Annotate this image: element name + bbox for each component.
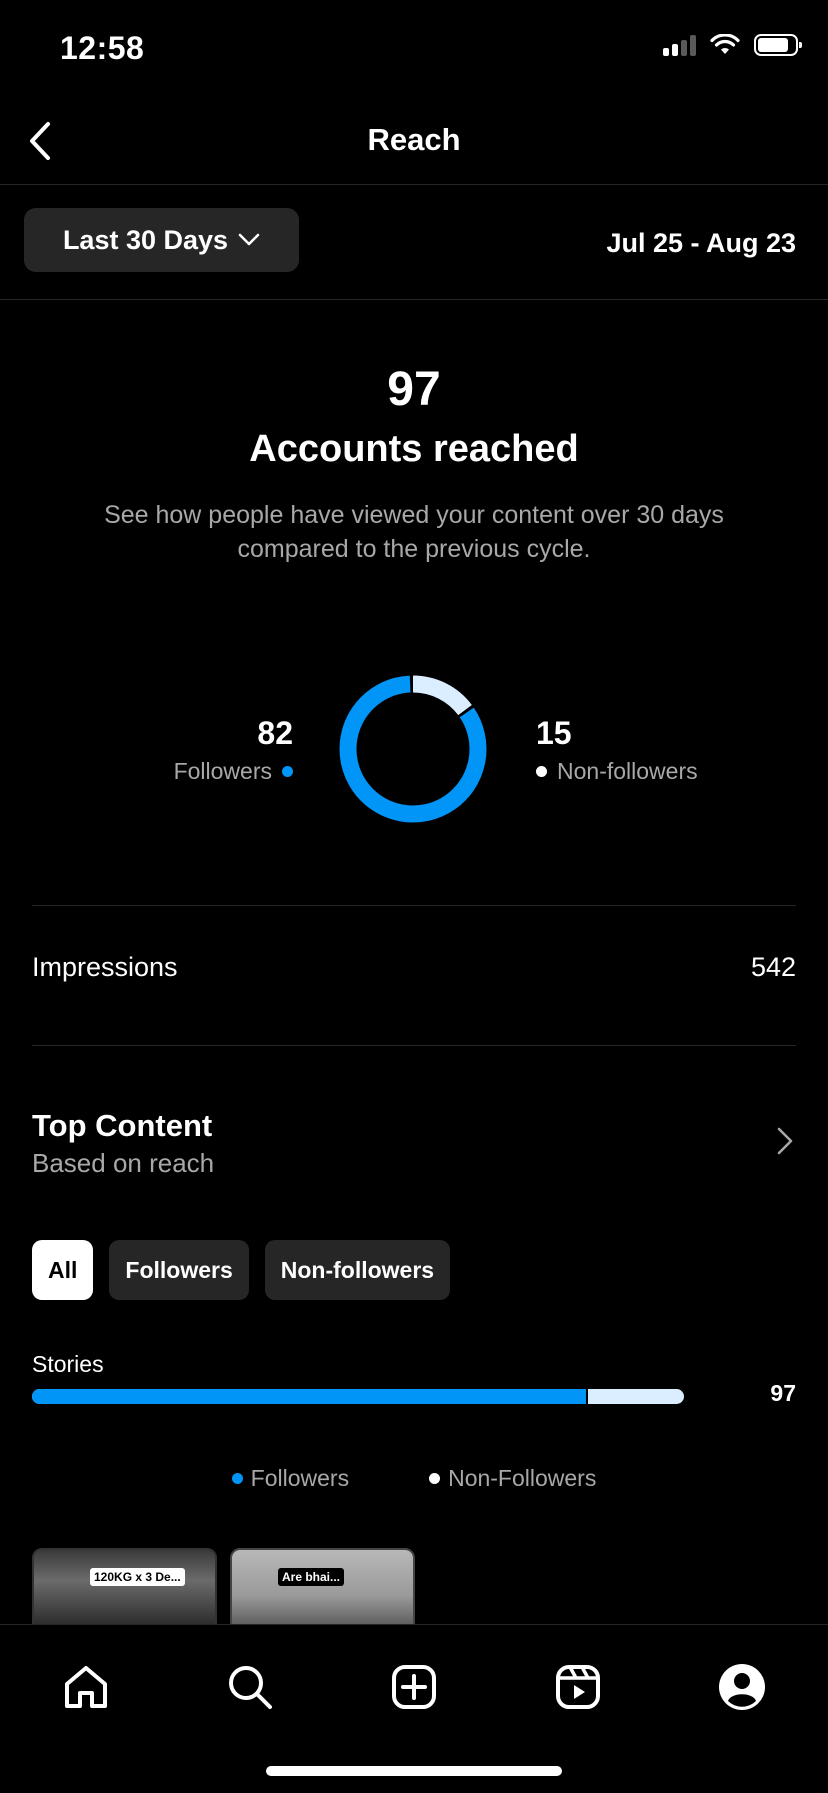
status-icons [663,34,802,56]
reels-icon[interactable] [550,1659,606,1715]
top-content-subtitle: Based on reach [32,1148,215,1178]
followers-label: Followers [173,758,272,784]
signal-icon [663,34,696,56]
reach-description: See how people have viewed your content … [104,501,724,563]
top-content-title[interactable]: Top Content [32,1108,212,1144]
followers-label-row: Followers [174,758,293,785]
battery-icon [754,34,802,56]
chip-all[interactable]: All [32,1240,94,1300]
date-range-dropdown[interactable]: Last 30 Days [24,208,299,272]
followers-dot-icon [231,1473,243,1484]
wifi-icon [710,34,740,54]
section-divider [32,1045,796,1046]
stories-label: Stories [32,1351,104,1377]
story-thumbnail[interactable]: 120KG x 3 De... [32,1548,217,1628]
followers-count: 82 [257,715,293,751]
story-thumbnail[interactable]: Are bhai... [230,1548,415,1628]
legend-nonfollowers-label: Non-Followers [448,1465,597,1491]
impressions-value: 542 [750,952,796,982]
chevron-down-icon [238,233,260,246]
nonfollowers-dot-icon [429,1473,441,1484]
accounts-reached-count: 97 [387,363,441,416]
legend-followers: Followers [231,1465,350,1492]
filter-divider [0,299,828,300]
nonfollowers-label-row: Non-followers [536,758,698,785]
audience-filter-chips: All Followers Non-followers [32,1240,451,1300]
header-divider [0,184,828,185]
accounts-reached-label: Accounts reached [249,428,579,470]
stories-value: 97 [770,1380,796,1406]
followers-dot-icon [282,766,293,777]
nonfollowers-count: 15 [536,715,572,751]
home-icon[interactable] [58,1659,114,1715]
legend-nonfollowers: Non-Followers [429,1465,596,1492]
nonfollowers-label: Non-followers [557,758,698,784]
chart-legend: Followers Non-Followers [0,1465,828,1492]
date-range-text: Jul 25 - Aug 23 [606,228,796,258]
donut-followers-segment [339,675,487,823]
chip-followers[interactable]: Followers [109,1240,249,1300]
legend-followers-label: Followers [250,1465,350,1491]
stories-bar-followers-fill [32,1389,589,1404]
page-title: Reach [367,122,461,157]
section-divider [32,905,796,906]
chip-non-followers[interactable]: Non-followers [264,1240,451,1300]
create-icon[interactable] [386,1659,442,1715]
date-range-dropdown-label: Last 30 Days [62,224,229,255]
story-caption: 120KG x 3 De... [90,1568,185,1586]
search-icon[interactable] [222,1659,278,1715]
home-indicator [266,1766,562,1776]
reach-donut-chart [339,675,487,823]
stories-bar [32,1389,684,1404]
nonfollowers-dot-icon [536,766,547,777]
story-caption: Are bhai... [278,1568,345,1586]
top-content-chevron-icon[interactable] [776,1126,794,1161]
status-time: 12:58 [60,30,145,66]
profile-icon[interactable] [714,1659,770,1715]
impressions-label: Impressions [32,952,178,982]
